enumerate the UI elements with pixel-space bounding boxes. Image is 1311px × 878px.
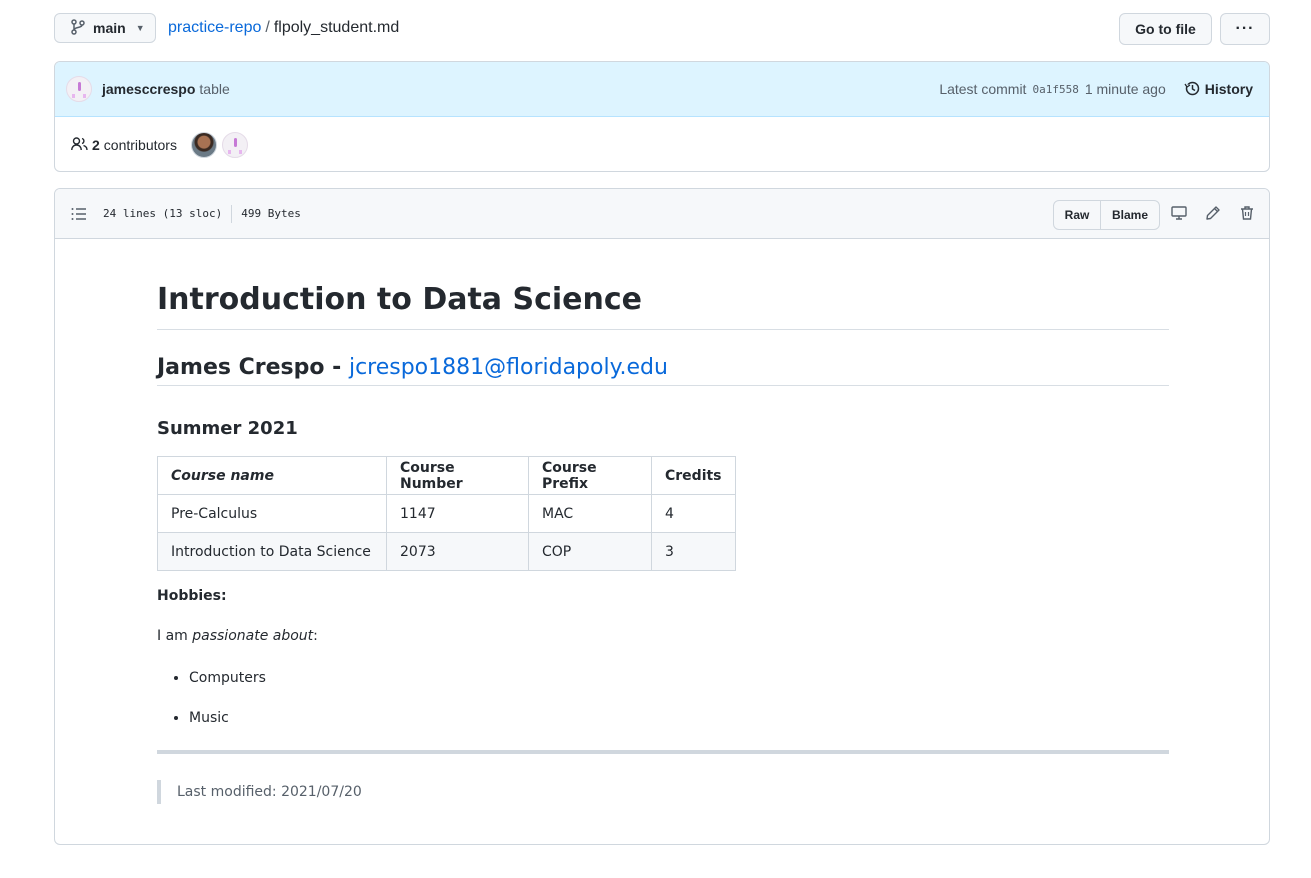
list-item: Computers [189, 658, 266, 698]
contributors-row: 2 contributors [55, 117, 1269, 171]
kebab-horizontal-icon: ··· [1235, 20, 1255, 37]
commit-details: Latest commit 0a1f558 1 minute ago Histo… [939, 62, 1253, 116]
breadcrumb-repo-link[interactable]: practice-repo [168, 19, 261, 36]
commit-time: 1 minute ago [1084, 81, 1166, 97]
list-item: Music [189, 698, 266, 738]
file-navigation-bar: main ▼ practice-repo / flpoly_student.md G… [54, 13, 1270, 45]
hobby-list: Computers Music [157, 658, 266, 738]
breadcrumb-separator: / [265, 19, 270, 36]
table-cell: 2073 [386, 532, 529, 571]
file-actions [1169, 203, 1257, 223]
table-header-row: Course name Course Number Course Prefix … [157, 456, 736, 495]
author-avatar[interactable] [66, 76, 92, 102]
file-line-info: 24 lines (13 sloc) [103, 207, 223, 220]
commit-header: jamesccrespo table Latest commit 0a1f558… [55, 62, 1269, 117]
table-header-cell: Credits [651, 456, 736, 495]
table-header-cell: Course name [157, 456, 387, 495]
history-label: History [1204, 81, 1253, 97]
table-row: Introduction to Data Science 2073 COP 3 [157, 532, 736, 571]
email-link[interactable]: jcrespo1881@floridapoly.edu [349, 355, 668, 380]
raw-button[interactable]: Raw [1054, 201, 1101, 229]
git-branch-icon [71, 18, 85, 38]
raw-blame-button-group: Raw Blame [1053, 200, 1160, 230]
breadcrumb: practice-repo / flpoly_student.md [168, 19, 399, 37]
passion-suffix: : [313, 628, 318, 644]
history-link[interactable]: History [1184, 80, 1253, 99]
horizontal-rule [157, 750, 1169, 754]
table-cell: COP [528, 532, 652, 571]
readme-heading-2: James Crespo - jcrespo1881@floridapoly.e… [157, 355, 1169, 386]
history-icon [1184, 80, 1200, 99]
passion-emphasis: passionate about [192, 628, 314, 644]
commit-sha-link[interactable]: 0a1f558 [1032, 83, 1078, 96]
file-info-divider [231, 204, 233, 223]
passion-paragraph: I am passionate about: [157, 628, 318, 644]
student-name: James Crespo - [157, 355, 349, 380]
people-icon [71, 136, 88, 154]
table-cell: 1147 [386, 494, 529, 533]
passion-prefix: I am [157, 628, 193, 644]
breadcrumb-file-name: flpoly_student.md [273, 19, 400, 36]
last-modified-quote: Last modified: 2021/07/20 [157, 780, 362, 804]
branch-label: main [93, 20, 126, 36]
commit-author-link[interactable]: jamesccrespo [102, 81, 195, 97]
commit-message-link[interactable]: table [199, 81, 229, 97]
blame-button[interactable]: Blame [1101, 201, 1159, 229]
readme-heading-1: Introduction to Data Science [157, 282, 1169, 330]
desktop-icon[interactable] [1169, 203, 1189, 223]
table-cell: MAC [528, 494, 652, 533]
table-of-contents-icon[interactable] [71, 207, 89, 221]
file-size: 499 Bytes [241, 207, 301, 220]
table-cell: Introduction to Data Science [157, 532, 387, 571]
table-cell: 4 [651, 494, 736, 533]
contributor-avatar[interactable] [190, 132, 217, 158]
more-options-button[interactable]: ··· [1220, 13, 1270, 45]
trash-icon[interactable] [1237, 203, 1257, 223]
contributors-count[interactable]: 2 [92, 137, 100, 153]
course-table: Course name Course Number Course Prefix … [157, 456, 736, 571]
contributors-label[interactable]: contributors [104, 137, 177, 153]
pencil-icon[interactable] [1203, 203, 1223, 223]
table-cell: Pre-Calculus [157, 494, 387, 533]
table-header-cell: Course Prefix [528, 456, 652, 495]
go-to-file-button[interactable]: Go to file [1119, 13, 1212, 45]
table-header-cell: Course Number [386, 456, 529, 495]
latest-commit-label: Latest commit [939, 81, 1027, 97]
contributor-avatar[interactable] [221, 132, 248, 158]
file-header: 24 lines (13 sloc) 499 Bytes Raw Blame [55, 189, 1269, 239]
table-row: Pre-Calculus 1147 MAC 4 [157, 494, 736, 533]
branch-select-button[interactable]: main ▼ [54, 13, 156, 43]
file-viewer: 24 lines (13 sloc) 499 Bytes Raw Blame I… [54, 188, 1270, 845]
caret-down-icon: ▼ [135, 23, 145, 33]
latest-commit-box: jamesccrespo table Latest commit 0a1f558… [54, 61, 1270, 172]
table-cell: 3 [651, 532, 736, 571]
hobbies-label: Hobbies: [157, 588, 227, 604]
readme-heading-3: Summer 2021 [157, 418, 298, 439]
